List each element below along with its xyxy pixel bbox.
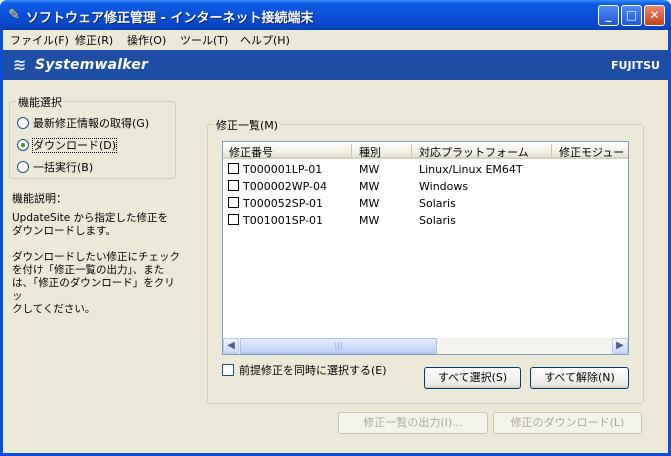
window-title: ソフトウェア修正管理 - インターネット接続端末 bbox=[26, 11, 314, 26]
platform-cell: Windows bbox=[419, 180, 469, 193]
platform-cell: Linux/Linux EM64T bbox=[419, 163, 523, 176]
row-checkbox[interactable] bbox=[228, 197, 239, 208]
scroll-thumb[interactable]: ||| bbox=[240, 338, 437, 354]
column-divider[interactable] bbox=[551, 144, 552, 157]
radio-batch-run[interactable]: 一括実行(B) bbox=[17, 159, 93, 175]
product-name: Systemwalker bbox=[35, 57, 149, 73]
menu-operation[interactable]: 操作(O) bbox=[127, 32, 166, 48]
menu-help[interactable]: ヘルプ(H) bbox=[240, 32, 290, 48]
prereq-select-label: 前提修正を同時に選択する(E) bbox=[239, 364, 387, 377]
product-banner: ≋ Systemwalker FUJITSU bbox=[3, 50, 668, 80]
app-icon: ✎ bbox=[8, 7, 20, 23]
radio-get-latest[interactable]: 最新修正情報の取得(G) bbox=[17, 115, 149, 131]
fix-number-cell: T000001LP-01 bbox=[243, 163, 323, 176]
table-row[interactable]: T000002WP-04 MW Windows bbox=[223, 178, 628, 195]
menu-file[interactable]: ファイル(F) bbox=[10, 32, 69, 48]
export-list-button[interactable]: 修正一覧の出力(I)... bbox=[338, 412, 488, 434]
column-type[interactable]: 種別 bbox=[359, 144, 381, 160]
function-select-legend: 機能選択 bbox=[16, 94, 64, 110]
prereq-select-checkbox[interactable]: 前提修正を同時に選択する(E) bbox=[222, 362, 387, 378]
type-cell: MW bbox=[359, 214, 380, 227]
fix-number-cell: T001001SP-01 bbox=[243, 214, 324, 227]
row-checkbox[interactable] bbox=[228, 214, 239, 225]
description-text: UpdateSite から指定した修正を ダウンロードします。 ダウンロードした… bbox=[12, 212, 180, 315]
radio-button[interactable] bbox=[17, 117, 29, 129]
table-row[interactable]: T000052SP-01 MW Solaris bbox=[223, 195, 628, 212]
row-checkbox[interactable] bbox=[228, 180, 239, 191]
radio-button[interactable] bbox=[17, 139, 29, 151]
download-fixes-button[interactable]: 修正のダウンロード(L) bbox=[493, 412, 642, 434]
radio-button[interactable] bbox=[17, 161, 29, 173]
menu-fix[interactable]: 修正(R) bbox=[75, 32, 113, 48]
scroll-left-icon[interactable]: ◀ bbox=[223, 338, 239, 354]
title-bar[interactable]: ✎ ソフトウェア修正管理 - インターネット接続端末 _ □ ✕ bbox=[0, 0, 671, 30]
description-label: 機能説明： bbox=[12, 192, 67, 205]
column-divider[interactable] bbox=[351, 144, 352, 157]
column-divider[interactable] bbox=[411, 144, 412, 157]
close-button[interactable]: ✕ bbox=[644, 5, 665, 26]
menu-tools[interactable]: ツール(T) bbox=[180, 32, 228, 48]
radio-download[interactable]: ダウンロード(D) bbox=[17, 137, 118, 153]
radio-label: 一括実行(B) bbox=[33, 161, 94, 174]
fix-list-legend: 修正一覧(M) bbox=[214, 117, 281, 133]
brand-logo-icon: ≋ bbox=[13, 55, 27, 74]
type-cell: MW bbox=[359, 180, 380, 193]
type-cell: MW bbox=[359, 163, 380, 176]
platform-cell: Solaris bbox=[419, 214, 456, 227]
row-checkbox[interactable] bbox=[228, 163, 239, 174]
type-cell: MW bbox=[359, 197, 380, 210]
fix-number-cell: T000002WP-04 bbox=[243, 180, 327, 193]
checkbox-box[interactable] bbox=[222, 364, 234, 376]
clear-all-button[interactable]: すべて解除(N) bbox=[530, 367, 629, 389]
table-row[interactable]: T001001SP-01 MW Solaris bbox=[223, 212, 628, 229]
minimize-button[interactable]: _ bbox=[598, 5, 619, 26]
maximize-button[interactable]: □ bbox=[621, 5, 642, 26]
menu-bar: ファイル(F) 修正(R) 操作(O) ツール(T) ヘルプ(H) bbox=[3, 30, 668, 48]
fix-list-table[interactable]: 修正番号 種別 対応プラットフォーム 修正モジュー T000001LP-01 M… bbox=[222, 141, 629, 355]
column-platform[interactable]: 対応プラットフォーム bbox=[419, 144, 529, 160]
table-row[interactable]: T000001LP-01 MW Linux/Linux EM64T bbox=[223, 161, 628, 178]
platform-cell: Solaris bbox=[419, 197, 456, 210]
radio-label: ダウンロード(D) bbox=[31, 138, 118, 153]
table-header: 修正番号 種別 対応プラットフォーム 修正モジュー bbox=[223, 142, 628, 159]
vendor-logo: FUJITSU bbox=[611, 59, 660, 72]
column-module[interactable]: 修正モジュー bbox=[559, 144, 624, 160]
function-select-group: 機能選択 最新修正情報の取得(G) ダウンロード(D) 一括実行(B) bbox=[9, 94, 176, 179]
column-fix-number[interactable]: 修正番号 bbox=[229, 144, 273, 160]
radio-label: 最新修正情報の取得(G) bbox=[33, 117, 150, 130]
fix-number-cell: T000052SP-01 bbox=[243, 197, 324, 210]
select-all-button[interactable]: すべて選択(S) bbox=[424, 367, 521, 389]
horizontal-scrollbar[interactable]: ◀ ||| ▶ bbox=[223, 338, 628, 354]
scroll-right-icon[interactable]: ▶ bbox=[612, 338, 628, 354]
